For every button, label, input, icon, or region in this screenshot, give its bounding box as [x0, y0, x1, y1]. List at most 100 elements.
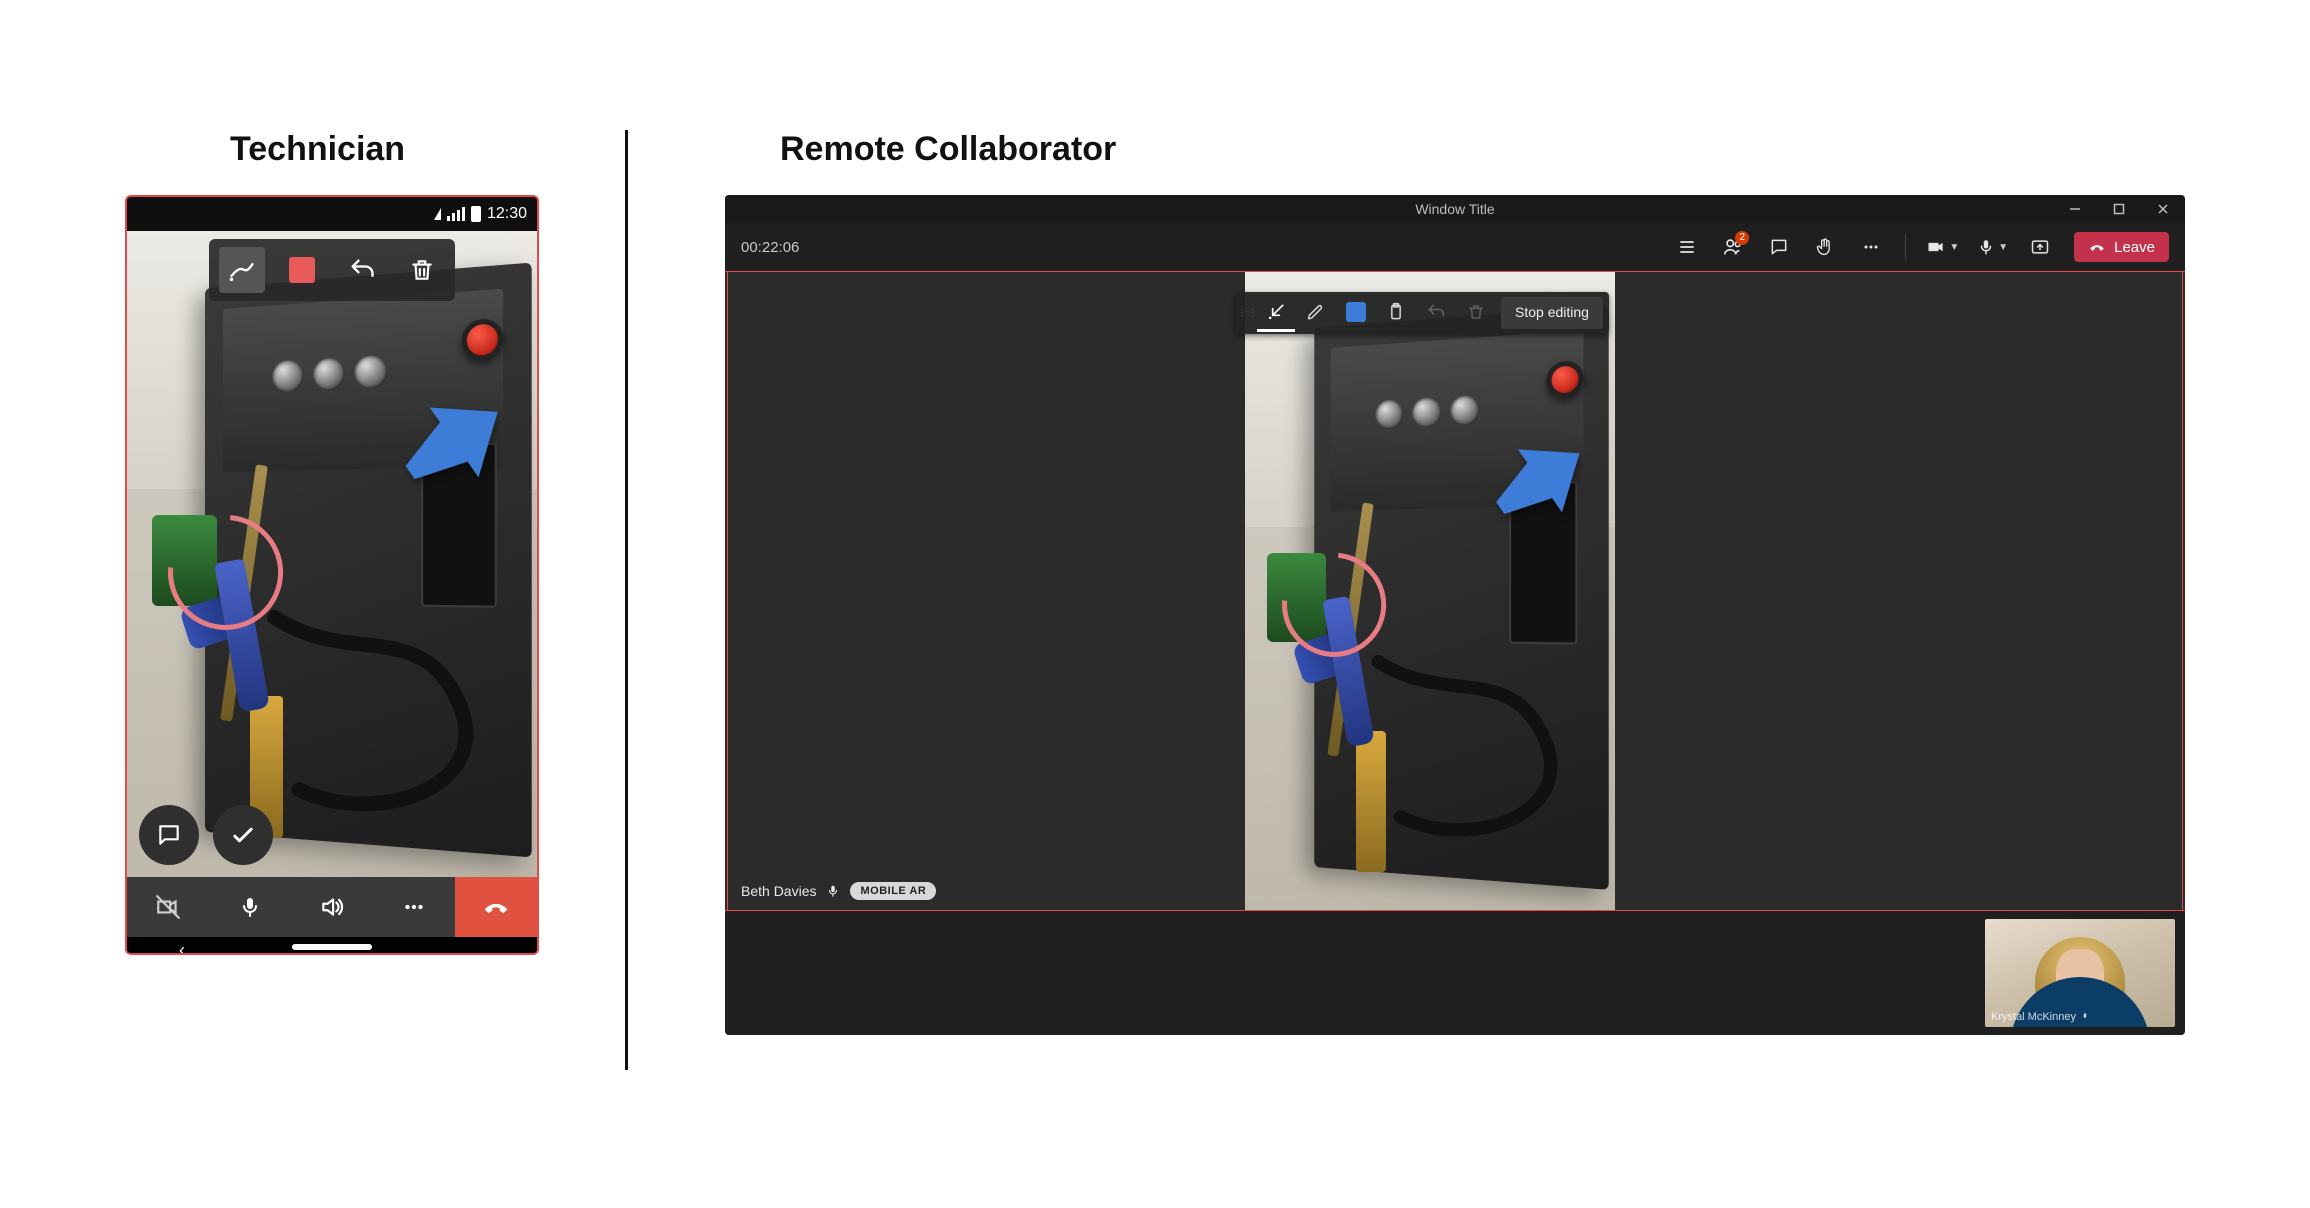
participants-button[interactable] [1669, 229, 1705, 265]
shared-remote-view[interactable] [1245, 272, 1615, 910]
stop-editing-button[interactable]: Stop editing [1501, 297, 1603, 329]
pip-name: Krystal McKinney [1991, 1011, 2076, 1023]
speaker-button[interactable] [291, 877, 373, 937]
confirm-fab[interactable] [213, 805, 273, 865]
undo-icon [348, 256, 376, 284]
meeting-controls: 2 ▼ ▼ Le [1669, 229, 2169, 265]
edit-toolbar[interactable]: ⋮⋮ Stop editing [1235, 292, 1609, 334]
chevron-down-icon: ▼ [1949, 242, 1959, 253]
mic-toggle-button[interactable]: ▼ [1973, 229, 2012, 265]
share-screen-icon [2030, 237, 2050, 257]
raise-hand-button[interactable] [1807, 229, 1843, 265]
hangup-icon [481, 892, 511, 922]
color-swatch-button[interactable] [279, 247, 325, 293]
ellipsis-icon [1861, 237, 1881, 257]
color-picker-button[interactable] [1337, 294, 1375, 332]
chat-button[interactable] [1761, 229, 1797, 265]
leave-button[interactable]: Leave [2074, 232, 2169, 262]
chat-fab[interactable] [139, 805, 199, 865]
heading-technician: Technician [230, 130, 405, 169]
heading-collaborator: Remote Collaborator [780, 130, 1116, 169]
maximize-icon [2113, 203, 2125, 215]
wifi-icon [434, 208, 441, 220]
clipboard-button[interactable] [1377, 294, 1415, 332]
fab-row [139, 805, 273, 865]
close-button[interactable] [2141, 195, 2185, 223]
mic-icon [238, 895, 262, 919]
nav-back-icon[interactable]: ‹ [179, 940, 185, 955]
pen-icon [1306, 302, 1326, 322]
window-title: Window Title [1415, 201, 1494, 217]
chat-icon [1769, 237, 1789, 257]
close-icon [2157, 203, 2169, 215]
call-controls-bar [127, 877, 537, 937]
meeting-stage: ⋮⋮ Stop editing Beth Davies MOBILE AR [725, 271, 2185, 911]
color-swatch [289, 257, 315, 283]
remote-scene [1245, 272, 1615, 910]
arrow-tool-button[interactable] [1257, 294, 1295, 332]
minimize-icon [2069, 203, 2081, 215]
leave-label: Leave [2114, 239, 2155, 256]
phone-statusbar: 12:30 [127, 197, 537, 231]
battery-icon [471, 206, 481, 222]
people-button[interactable]: 2 [1715, 229, 1751, 265]
nav-home-pill[interactable] [292, 944, 372, 950]
trash-icon [409, 257, 435, 283]
presenter-caption: Beth Davies MOBILE AR [741, 882, 936, 900]
camera-toggle-button[interactable]: ▼ [1922, 229, 1963, 265]
annotation-arrow [1493, 425, 1589, 540]
status-time: 12:30 [487, 205, 527, 223]
pen-tool-button[interactable] [1297, 294, 1335, 332]
pen-icon [228, 256, 256, 284]
hangup-button[interactable] [455, 877, 537, 937]
delete-button[interactable] [1457, 294, 1495, 332]
mic-icon [2080, 1012, 2090, 1022]
chat-icon [156, 822, 182, 848]
delete-button[interactable] [399, 247, 445, 293]
undo-button[interactable] [339, 247, 385, 293]
undo-button[interactable] [1417, 294, 1455, 332]
phone-camera-view[interactable] [127, 231, 537, 877]
trash-icon [1467, 303, 1485, 321]
divider [625, 130, 628, 1070]
clipboard-icon [1386, 302, 1406, 322]
separator [1905, 234, 1906, 260]
pen-tool-button[interactable] [219, 247, 265, 293]
speaker-icon [319, 894, 345, 920]
drag-handle-icon[interactable]: ⋮⋮ [1241, 308, 1255, 319]
camera-scene [127, 231, 537, 877]
android-navbar: ‹ [127, 937, 537, 955]
call-timer: 00:22:06 [741, 239, 799, 256]
phone-frame: 12:30 [125, 195, 539, 955]
arrow-tool-icon [1266, 302, 1286, 322]
annotation-toolbar [209, 239, 455, 301]
mic-icon [826, 884, 840, 898]
participants-icon [1677, 237, 1697, 257]
maximize-button[interactable] [2097, 195, 2141, 223]
meeting-footer: Krystal McKinney [725, 911, 2185, 1035]
desktop-window: Window Title 00:22:06 2 [725, 195, 2185, 1035]
camera-icon [1926, 237, 1946, 257]
meeting-topbar: 00:22:06 2 ▼ [725, 223, 2185, 271]
undo-icon [1426, 302, 1446, 322]
more-icon [401, 894, 427, 920]
mobile-ar-chip: MOBILE AR [850, 882, 936, 900]
mic-icon [1977, 238, 1995, 256]
more-actions-button[interactable] [1853, 229, 1889, 265]
video-toggle-button[interactable] [127, 877, 209, 937]
minimize-button[interactable] [2053, 195, 2097, 223]
signal-icon [447, 207, 465, 221]
color-swatch [1346, 302, 1366, 322]
window-controls [2053, 195, 2185, 223]
mic-toggle-button[interactable] [209, 877, 291, 937]
hand-icon [1815, 237, 1835, 257]
hangup-icon [2088, 238, 2106, 256]
more-button[interactable] [373, 877, 455, 937]
presenter-name: Beth Davies [741, 883, 816, 899]
window-titlebar[interactable]: Window Title [725, 195, 2185, 223]
share-button[interactable] [2022, 229, 2058, 265]
annotation-arrow [402, 386, 509, 502]
self-video-pip[interactable]: Krystal McKinney [1985, 919, 2175, 1027]
people-badge: 2 [1735, 231, 1749, 245]
chevron-down-icon: ▼ [1998, 242, 2008, 253]
